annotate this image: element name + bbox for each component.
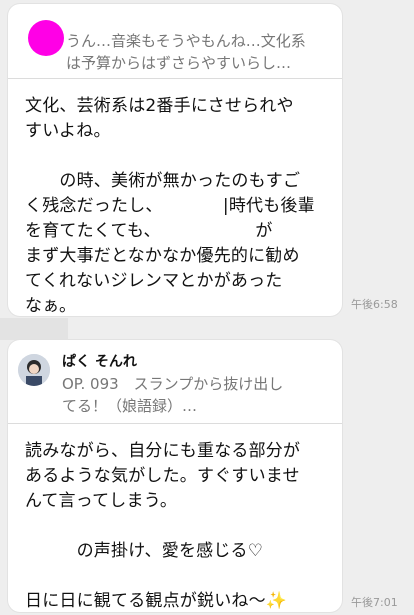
message-bubble-1[interactable]: うん…音楽もそうやもんね…文化系 は予算からはずさらやすいらし… 文化、芸術系は… [8, 4, 342, 316]
quoted-reply-1[interactable]: うん…音楽もそうやもんね…文化系 は予算からはずさらやすいらし… [8, 4, 342, 79]
message-text-2-content: 読みながら、自分にも重なる部分が あるような気がした。すぐすいませ んて言ってし… [25, 441, 301, 611]
timestamp-1: 午後6:58 [351, 298, 398, 311]
sender-name: ぱく そんれ [62, 354, 137, 370]
sender-avatar[interactable] [18, 354, 50, 386]
quoted-text-1: うん…音楽もそうやもんね…文化系 は予算からはずさらやすいらし… [66, 32, 306, 72]
message-text-1: 文化、芸術系は2番手にさせられや すいよね。 の時、美術が無かったのもすご く残… [25, 96, 315, 316]
message-text-2: 読みながら、自分にも重なる部分が あるような気がした。すぐすいませ んて言ってし… [25, 439, 335, 614]
quoted-avatar [28, 20, 64, 56]
message-bubble-2[interactable]: OP. 093 スランプから抜け出し てる！（娘語録）… 読みながら、自分にも重… [8, 340, 342, 612]
timestamp-2: 午後7:01 [351, 596, 398, 609]
sparkle-icon: ✨ [265, 591, 288, 611]
quoted-text-2: OP. 093 スランプから抜け出し てる！（娘語録）… [62, 375, 284, 415]
divider-block [0, 318, 68, 340]
